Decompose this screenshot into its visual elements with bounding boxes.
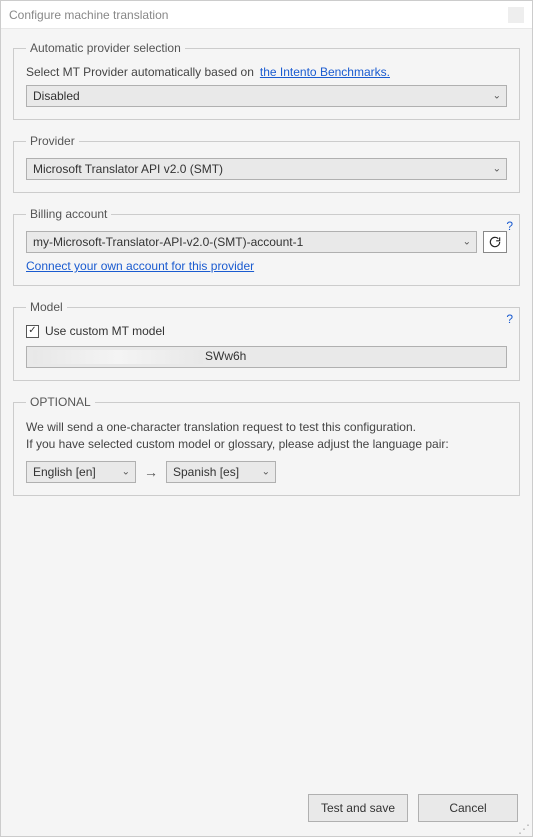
auto-provider-legend: Automatic provider selection (26, 41, 185, 55)
billing-account-select[interactable]: my-Microsoft-Translator-API-v2.0-(SMT)-a… (26, 231, 477, 253)
auto-provider-group: Automatic provider selection Select MT P… (13, 41, 520, 120)
provider-select[interactable]: Microsoft Translator API v2.0 (SMT) (26, 158, 507, 180)
provider-select-wrap: Microsoft Translator API v2.0 (SMT) ⌄ (26, 158, 507, 180)
dialog-window: Configure machine translation Automatic … (0, 0, 533, 837)
titlebar: Configure machine translation (1, 1, 532, 29)
optional-line2: If you have selected custom model or glo… (26, 436, 507, 453)
provider-group: Provider Microsoft Translator API v2.0 (… (13, 134, 520, 193)
content-area: Automatic provider selection Select MT P… (1, 29, 532, 836)
auto-provider-select-wrap: Disabled ⌄ (26, 85, 507, 107)
use-custom-model-checkbox[interactable]: ✓ (26, 325, 39, 338)
model-legend: Model (26, 300, 67, 314)
billing-help-icon[interactable]: ? (506, 219, 513, 233)
optional-description: We will send a one-character translation… (26, 419, 507, 453)
arrow-right-icon: → (144, 464, 158, 480)
auto-provider-label: Select MT Provider automatically based o… (26, 65, 254, 79)
lang-from-select[interactable]: English [en] (26, 461, 136, 483)
custom-model-input[interactable]: SWw6h (26, 346, 507, 368)
lang-from-wrap: English [en] ⌄ (26, 461, 136, 483)
spacer (13, 510, 520, 790)
test-save-button[interactable]: Test and save (308, 794, 408, 822)
refresh-icon (488, 235, 502, 249)
redacted-text (33, 350, 203, 364)
benchmarks-link[interactable]: the Intento Benchmarks. (260, 65, 390, 79)
model-help-icon[interactable]: ? (506, 312, 513, 326)
provider-legend: Provider (26, 134, 79, 148)
lang-to-wrap: Spanish [es] ⌄ (166, 461, 276, 483)
resize-grip-icon[interactable]: ⋰ (518, 822, 530, 834)
cancel-button[interactable]: Cancel (418, 794, 518, 822)
use-custom-model-label: Use custom MT model (45, 324, 165, 338)
close-icon[interactable] (508, 7, 524, 23)
billing-group: Billing account ? my-Microsoft-Translato… (13, 207, 520, 286)
optional-group: OPTIONAL We will send a one-character tr… (13, 395, 520, 496)
dialog-footer: Test and save Cancel (13, 790, 520, 824)
refresh-button[interactable] (483, 231, 507, 253)
connect-account-link[interactable]: Connect your own account for this provid… (26, 259, 254, 273)
lang-to-select[interactable]: Spanish [es] (166, 461, 276, 483)
billing-legend: Billing account (26, 207, 111, 221)
auto-provider-select[interactable]: Disabled (26, 85, 507, 107)
optional-legend: OPTIONAL (26, 395, 95, 409)
model-group: Model ? ✓ Use custom MT model SWw6h (13, 300, 520, 381)
optional-line1: We will send a one-character translation… (26, 419, 507, 436)
model-id-suffix: SWw6h (205, 349, 246, 363)
billing-select-wrap: my-Microsoft-Translator-API-v2.0-(SMT)-a… (26, 231, 477, 253)
window-title: Configure machine translation (9, 8, 168, 22)
